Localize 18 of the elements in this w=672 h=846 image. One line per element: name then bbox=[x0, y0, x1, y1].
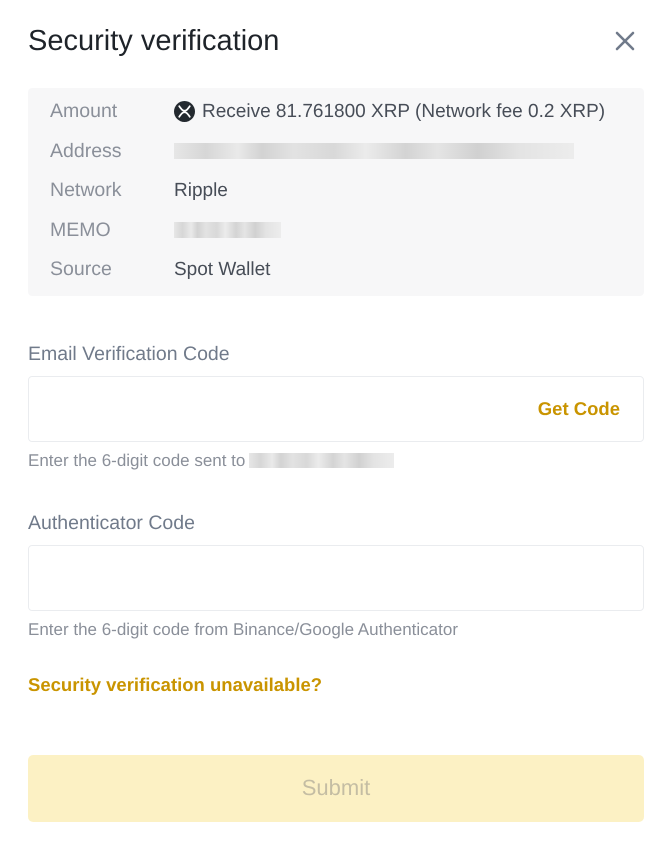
dialog-title: Security verification bbox=[28, 24, 280, 58]
field-label: Email Verification Code bbox=[28, 342, 231, 366]
detail-label: MEMO bbox=[50, 218, 112, 242]
detail-label: Address bbox=[50, 140, 123, 163]
get-code-button[interactable]: Get Code bbox=[538, 398, 620, 420]
coin-icon bbox=[174, 101, 195, 122]
detail-label: Network bbox=[50, 179, 123, 202]
field-label: Authenticator Code bbox=[28, 510, 196, 534]
detail-value: Ripple bbox=[174, 180, 228, 202]
field-hint: Enter the 6-digit code sent to bbox=[28, 450, 246, 470]
detail-label: Amount bbox=[50, 100, 118, 124]
close-icon[interactable] bbox=[615, 31, 635, 51]
detail-label: Source bbox=[50, 258, 113, 282]
code-input-field[interactable]: Get Code bbox=[28, 376, 644, 442]
detail-value: Spot Wallet bbox=[174, 258, 270, 281]
detail-value: Receive 81.761800 XRP (Network fee 0.2 XRP) bbox=[202, 100, 606, 123]
field-hint: Enter the 6-digit code from Binance/Google Authenticator bbox=[28, 620, 458, 640]
unavailable-link[interactable]: Security verification unavailable? bbox=[28, 672, 322, 696]
